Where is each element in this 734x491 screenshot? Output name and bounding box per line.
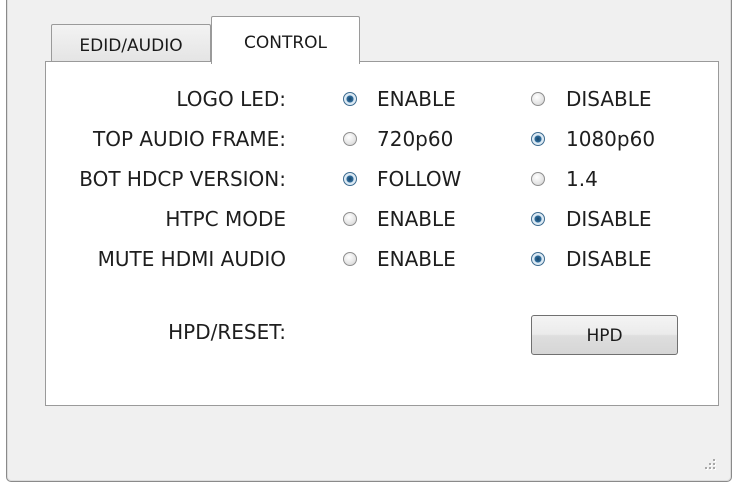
- top-audio-frame-1080p60-radio[interactable]: [531, 132, 545, 146]
- mute-hdmi-audio-disable-radio[interactable]: [531, 252, 545, 266]
- resize-grip-icon[interactable]: [700, 454, 718, 472]
- logo-led-label: LOGO LED:: [176, 87, 286, 111]
- mute-hdmi-audio-enable-label[interactable]: ENABLE: [377, 247, 456, 271]
- bot-hdcp-version-label: BOT HDCP VERSION:: [79, 167, 286, 191]
- mute-hdmi-audio-enable-radio[interactable]: [343, 252, 357, 266]
- bot-hdcp-follow-label[interactable]: FOLLOW: [377, 167, 461, 191]
- hpd-button[interactable]: HPD: [531, 315, 678, 355]
- logo-led-enable-label[interactable]: ENABLE: [377, 87, 456, 111]
- htpc-mode-enable-radio[interactable]: [343, 212, 357, 226]
- hpd-reset-label: HPD/RESET:: [168, 320, 286, 344]
- bot-hdcp-1-4-label[interactable]: 1.4: [566, 167, 598, 191]
- logo-led-disable-radio[interactable]: [531, 92, 545, 106]
- top-audio-frame-1080p60-label[interactable]: 1080p60: [566, 127, 655, 151]
- mute-hdmi-audio-disable-label[interactable]: DISABLE: [566, 247, 652, 271]
- top-audio-frame-720p60-label[interactable]: 720p60: [377, 127, 453, 151]
- tab-edid-audio[interactable]: EDID/AUDIO: [51, 24, 211, 62]
- htpc-mode-disable-radio[interactable]: [531, 212, 545, 226]
- logo-led-disable-label[interactable]: DISABLE: [566, 87, 652, 111]
- mute-hdmi-audio-label: MUTE HDMI AUDIO: [97, 247, 286, 271]
- top-audio-frame-label: TOP AUDIO FRAME:: [93, 127, 286, 151]
- control-tab-panel: LOGO LED: ENABLE DISABLE TOP AUDIO FRAME…: [45, 61, 719, 406]
- htpc-mode-label: HTPC MODE: [165, 207, 286, 231]
- htpc-mode-enable-label[interactable]: ENABLE: [377, 207, 456, 231]
- top-audio-frame-720p60-radio[interactable]: [343, 132, 357, 146]
- logo-led-enable-radio[interactable]: [343, 92, 357, 106]
- tab-control[interactable]: CONTROL: [211, 16, 360, 64]
- bot-hdcp-1-4-radio[interactable]: [531, 172, 545, 186]
- bot-hdcp-follow-radio[interactable]: [343, 172, 357, 186]
- htpc-mode-disable-label[interactable]: DISABLE: [566, 207, 652, 231]
